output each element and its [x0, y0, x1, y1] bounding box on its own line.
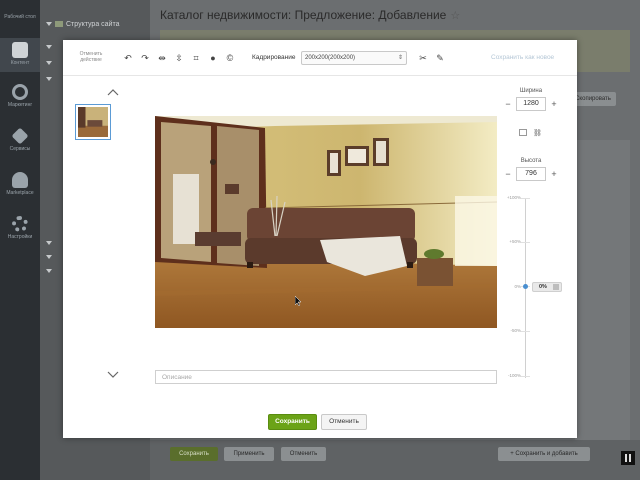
- page-cancel-button[interactable]: Отменить: [281, 447, 326, 461]
- page-title-text: Каталог недвижимости: Предложение: Добав…: [160, 8, 447, 22]
- zoom-label: -100%: [507, 373, 521, 378]
- width-field[interactable]: 1280: [516, 97, 546, 111]
- zoom-label: -50%: [510, 328, 521, 333]
- chevron-up-icon[interactable]: [107, 88, 119, 96]
- nav-item-desktop[interactable]: Рабочий стол: [0, 14, 40, 20]
- nav-item-label: Marketplace: [6, 190, 34, 196]
- nav-item-label: Контент: [10, 60, 30, 66]
- pencil-icon[interactable]: ✎: [435, 53, 445, 63]
- zoom-tick: [521, 331, 530, 332]
- tree-row[interactable]: [46, 254, 55, 261]
- thumbnail-image: [78, 107, 108, 137]
- copyright-icon[interactable]: ©: [225, 53, 235, 63]
- flip-vertical-icon[interactable]: ⇳: [174, 53, 184, 63]
- zoom-value-text: 0%: [539, 284, 547, 290]
- crop-icon[interactable]: ⌗: [191, 53, 201, 63]
- chevron-down-icon[interactable]: [107, 371, 119, 379]
- chevron-down-icon: [46, 77, 52, 81]
- image-editor-dialog: Отменить действие ↶ ↷ ⇹ ⇳ ⌗ ● © Кадриров…: [63, 40, 577, 438]
- width-increase-button[interactable]: +: [550, 100, 558, 109]
- scissors-icon[interactable]: ✂: [418, 53, 428, 63]
- aspect-ratio-icon[interactable]: [519, 129, 527, 136]
- color-drop-icon[interactable]: ●: [208, 53, 218, 63]
- zoom-slider-handle[interactable]: [523, 284, 528, 289]
- chevron-down-icon: [46, 269, 52, 273]
- grip-icon: [553, 284, 559, 290]
- zoom-label: +100%: [506, 195, 521, 200]
- gear-icon: [12, 216, 28, 232]
- zoom-tick: [521, 376, 530, 377]
- zoom-label: +50%: [509, 239, 521, 244]
- save-and-add-label: Сохранить и добавить: [515, 451, 578, 457]
- height-decrease-button[interactable]: −: [504, 170, 512, 179]
- tree-root[interactable]: Структура сайта: [46, 21, 119, 28]
- image-thumbnail[interactable]: [75, 104, 111, 140]
- crop-preset-value: 200x200(200x200): [305, 55, 356, 61]
- chevron-down-icon: [46, 241, 52, 245]
- page-save-button[interactable]: Сохранить: [170, 447, 218, 461]
- cloud-download-icon: [12, 172, 28, 188]
- undo-action-link[interactable]: Отменить действие: [75, 51, 107, 63]
- save-button[interactable]: Сохранить: [268, 414, 317, 430]
- target-icon: [12, 84, 28, 100]
- nav-item-marketplace[interactable]: Marketplace: [0, 172, 40, 196]
- tree-row[interactable]: [46, 268, 55, 275]
- width-decrease-button[interactable]: −: [504, 100, 512, 109]
- zoom-value-badge[interactable]: 0%: [532, 282, 562, 292]
- width-label: Ширина: [519, 88, 543, 94]
- nav-item-label: Сервисы: [9, 146, 31, 152]
- chevron-down-icon: [46, 255, 52, 259]
- zoom-tick: [521, 198, 530, 199]
- nav-item-settings[interactable]: Настройки: [0, 216, 40, 240]
- zoom-tick: [521, 242, 530, 243]
- tree-row[interactable]: [46, 44, 55, 51]
- crop-preset-select[interactable]: 200x200(200x200) ⇕: [301, 51, 407, 65]
- content-icon: [12, 42, 28, 58]
- left-nav-bar: Рабочий стол Контент Маркетинг Сервисы M…: [0, 0, 40, 480]
- flip-horizontal-icon[interactable]: ⇹: [157, 53, 167, 63]
- page-title: Каталог недвижимости: Предложение: Добав…: [160, 8, 460, 22]
- rotate-left-icon[interactable]: ↶: [123, 53, 133, 63]
- cancel-button[interactable]: Отменить: [321, 414, 367, 430]
- nav-item-services[interactable]: Сервисы: [0, 127, 40, 152]
- edited-photo[interactable]: [155, 116, 497, 328]
- tree-row[interactable]: [46, 60, 55, 67]
- side-panel: [575, 140, 630, 440]
- nav-item-label: Маркетинг: [7, 102, 33, 108]
- description-input[interactable]: [155, 370, 497, 384]
- tree-root-label: Структура сайта: [66, 21, 120, 28]
- pause-icon[interactable]: [621, 451, 635, 465]
- height-increase-button[interactable]: +: [550, 170, 558, 179]
- editor-toolbar: Отменить действие ↶ ↷ ⇹ ⇳ ⌗ ● © Кадриров…: [63, 40, 577, 76]
- rotate-right-icon[interactable]: ↷: [140, 53, 150, 63]
- page-apply-button[interactable]: Применить: [224, 447, 274, 461]
- mouse-cursor-icon: [294, 293, 302, 311]
- crop-label: Кадрирование: [252, 54, 296, 61]
- chevron-down-icon: [46, 22, 52, 26]
- tree-row[interactable]: [46, 240, 55, 247]
- folder-icon: [55, 21, 63, 28]
- nav-item-marketing[interactable]: Маркетинг: [0, 84, 40, 108]
- select-arrows-icon: ⇕: [397, 55, 403, 61]
- nav-item-content[interactable]: Контент: [0, 38, 40, 72]
- chevron-down-icon: [46, 45, 52, 49]
- nav-item-label: Рабочий стол: [4, 14, 36, 20]
- tree-row[interactable]: [46, 76, 55, 83]
- height-field[interactable]: 796: [516, 167, 546, 181]
- height-label: Высота: [520, 158, 542, 164]
- zoom-label: 0%: [514, 284, 521, 289]
- nav-item-label: Настройки: [7, 234, 33, 240]
- chevron-down-icon: [46, 61, 52, 65]
- star-icon[interactable]: ☆: [450, 10, 460, 22]
- layers-icon: [11, 127, 29, 145]
- save-and-add-button[interactable]: + Сохранить и добавить: [498, 447, 590, 461]
- save-as-new-link[interactable]: Сохранить как новое: [491, 54, 554, 61]
- link-icon[interactable]: ⛓: [533, 129, 542, 137]
